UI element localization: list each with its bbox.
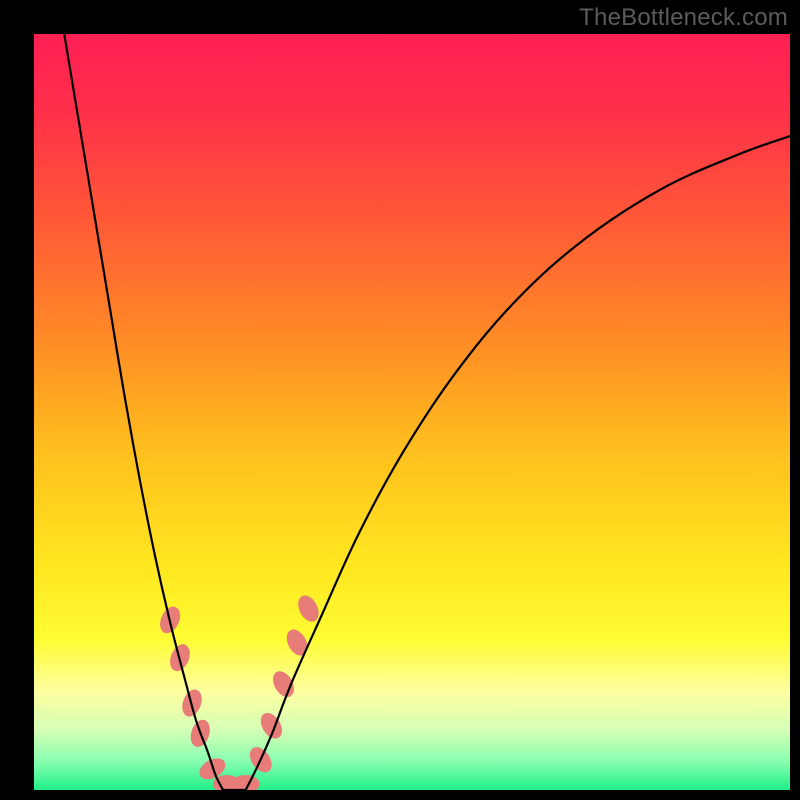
- chart-frame: TheBottleneck.com: [0, 0, 800, 800]
- watermark-text: TheBottleneck.com: [579, 4, 788, 32]
- right-branch-curve: [246, 136, 790, 790]
- plot-area: [34, 34, 790, 790]
- left-branch-curve: [64, 34, 223, 790]
- curve-layer: [34, 34, 790, 790]
- marker-layer: [156, 592, 323, 790]
- curve-marker: [283, 626, 312, 659]
- curve-marker: [269, 668, 299, 701]
